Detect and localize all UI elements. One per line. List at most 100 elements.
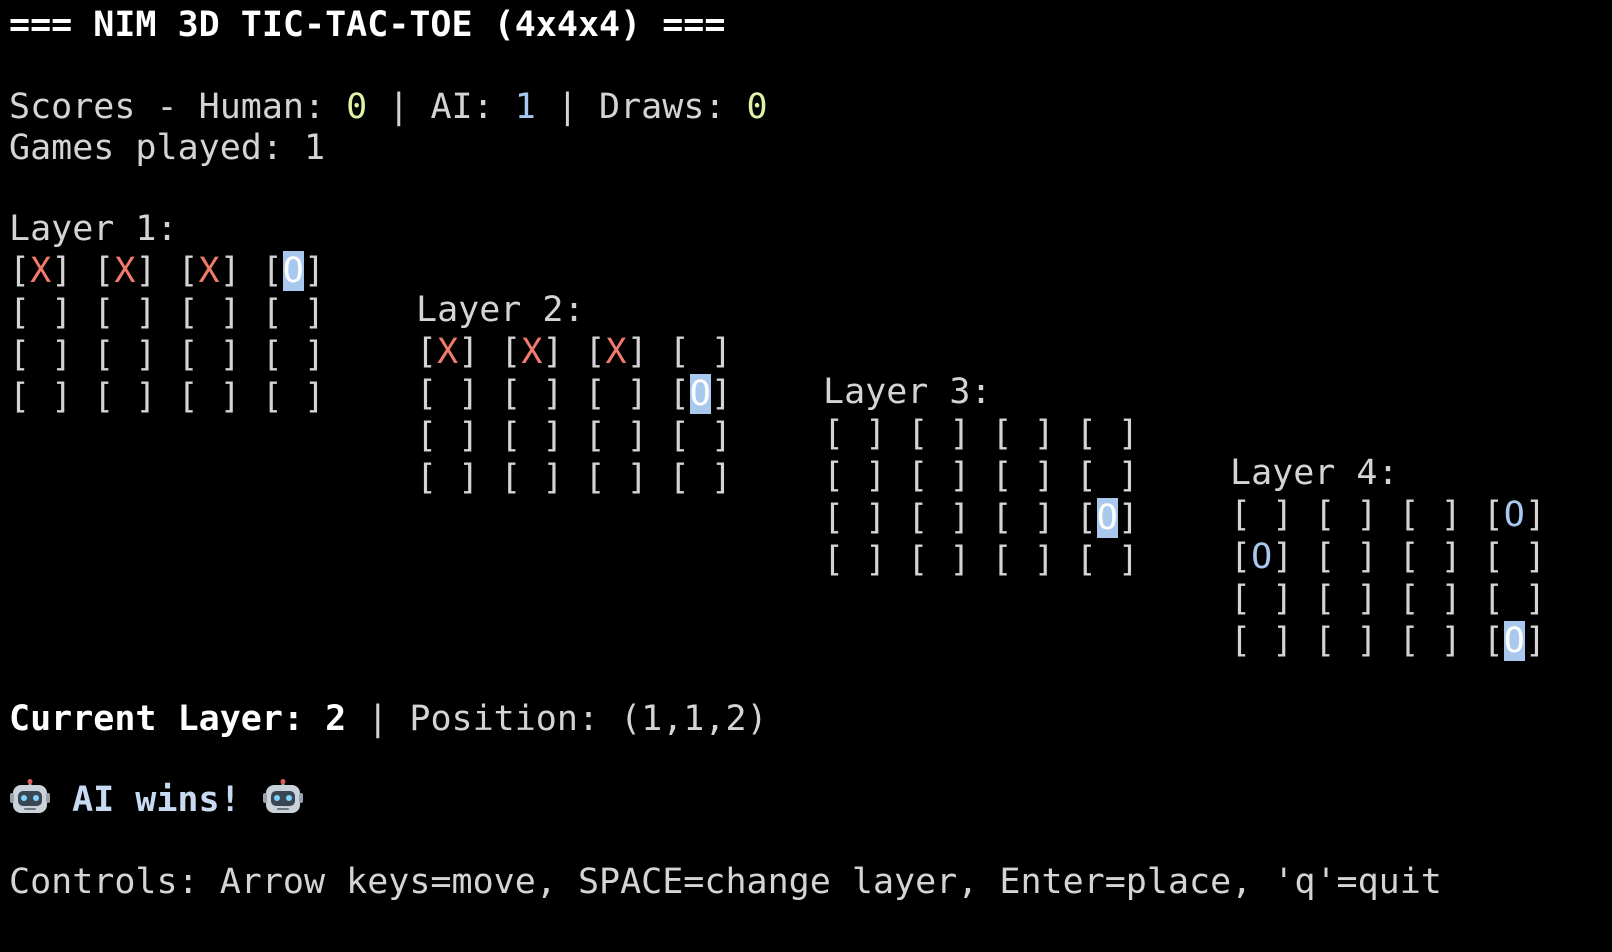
board-cell[interactable]: [X] xyxy=(9,250,72,292)
board-row: [ ] [ ] [ ] [ ] xyxy=(9,334,325,376)
board-row: [X] [X] [X] [ ] xyxy=(416,331,732,373)
board-cell[interactable]: [O] xyxy=(1483,620,1546,662)
board-row: [ ] [ ] [ ] [O] xyxy=(1230,494,1546,536)
board-cell[interactable]: [ ] xyxy=(1230,620,1293,662)
board-cell[interactable]: [O] xyxy=(1483,494,1546,536)
board-row: [ ] [ ] [ ] [ ] xyxy=(823,455,1139,497)
board-row: [ ] [ ] [ ] [ ] xyxy=(823,413,1139,455)
board-cell[interactable]: [ ] xyxy=(1314,620,1377,662)
board-cell[interactable]: [ ] xyxy=(1314,578,1377,620)
cell-mark xyxy=(199,335,220,375)
board-cell[interactable]: [ ] xyxy=(991,539,1054,581)
cell-mark xyxy=(1097,414,1118,454)
board-cell[interactable]: [ ] xyxy=(907,455,970,497)
board-cell[interactable]: [ ] xyxy=(93,292,156,334)
board-cell[interactable]: [ ] xyxy=(907,413,970,455)
cell-mark xyxy=(114,335,135,375)
board-cell[interactable]: [ ] xyxy=(1314,536,1377,578)
board-cell[interactable]: [ ] xyxy=(9,376,72,418)
board-cell[interactable]: [ ] xyxy=(1398,620,1461,662)
board-row: [O] [ ] [ ] [ ] xyxy=(1230,536,1546,578)
cell-mark: O xyxy=(1503,621,1525,661)
cell-mark xyxy=(1013,456,1034,496)
board-cell[interactable]: [ ] xyxy=(500,415,563,457)
cell-mark xyxy=(928,414,949,454)
board-cell[interactable]: [ ] xyxy=(584,373,647,415)
board-row: [ ] [ ] [ ] [O] xyxy=(823,497,1139,539)
board-cell[interactable]: [ ] xyxy=(584,415,647,457)
board-cell[interactable]: [X] xyxy=(500,331,563,373)
board-cell[interactable]: [ ] xyxy=(991,455,1054,497)
cell-mark xyxy=(1335,495,1356,535)
board-cell[interactable]: [ ] xyxy=(991,497,1054,539)
result-message: AI wins! xyxy=(9,779,304,821)
board-cell[interactable]: [X] xyxy=(584,331,647,373)
cell-mark xyxy=(1097,456,1118,496)
cell-mark: O xyxy=(1251,537,1273,577)
board-cell[interactable]: [ ] xyxy=(669,457,732,499)
board-cell[interactable]: [ ] xyxy=(669,331,732,373)
cell-mark: O xyxy=(689,374,711,414)
board-cell[interactable]: [ ] xyxy=(1076,539,1139,581)
board-cell[interactable]: [ ] xyxy=(93,334,156,376)
board-cell[interactable]: [ ] xyxy=(177,292,240,334)
board-cell[interactable]: [ ] xyxy=(1076,455,1139,497)
layer-label: Layer 4: xyxy=(1230,453,1399,493)
board-cell[interactable]: [ ] xyxy=(1398,578,1461,620)
board-cell[interactable]: [ ] xyxy=(416,457,479,499)
board-row: [ ] [ ] [ ] [ ] xyxy=(9,376,325,418)
board-cell[interactable]: [X] xyxy=(93,250,156,292)
cell-mark xyxy=(283,335,304,375)
board-cell[interactable]: [ ] xyxy=(991,413,1054,455)
board-cell[interactable]: [ ] xyxy=(823,497,886,539)
board-cell[interactable]: [O] xyxy=(1230,536,1293,578)
board-cell[interactable]: [ ] xyxy=(262,334,325,376)
board-cell[interactable]: [ ] xyxy=(907,539,970,581)
board-cell[interactable]: [ ] xyxy=(823,413,886,455)
board-cell[interactable]: [ ] xyxy=(1230,578,1293,620)
board-cell[interactable]: [ ] xyxy=(823,455,886,497)
cell-mark xyxy=(1251,495,1272,535)
cell-mark xyxy=(199,377,220,417)
board-cell[interactable]: [ ] xyxy=(262,292,325,334)
cell-mark xyxy=(30,293,51,333)
cell-mark xyxy=(1420,537,1441,577)
board-cell[interactable]: [ ] xyxy=(584,457,647,499)
cell-mark xyxy=(690,416,711,456)
board-cell[interactable]: [ ] xyxy=(907,497,970,539)
board-cell[interactable]: [X] xyxy=(416,331,479,373)
layer-label: Layer 1: xyxy=(9,209,178,249)
board-cell[interactable]: [ ] xyxy=(262,376,325,418)
board-cell[interactable]: [ ] xyxy=(1398,536,1461,578)
board-cell[interactable]: [O] xyxy=(262,250,325,292)
board-cell[interactable]: [ ] xyxy=(1076,413,1139,455)
board-cell[interactable]: [O] xyxy=(1076,497,1139,539)
board-cell[interactable]: [ ] xyxy=(1314,494,1377,536)
board-cell[interactable]: [ ] xyxy=(1398,494,1461,536)
cell-mark: O xyxy=(1096,498,1118,538)
status-line: Current Layer: 2 | Position: (1,1,2) xyxy=(9,698,768,740)
board-cell[interactable]: [X] xyxy=(177,250,240,292)
board-cell[interactable]: [ ] xyxy=(93,376,156,418)
board-row: [ ] [ ] [ ] [ ] xyxy=(1230,578,1546,620)
scores-sep-draws: | Draws: xyxy=(535,87,747,127)
board-cell[interactable]: [ ] xyxy=(177,334,240,376)
board-cell[interactable]: [ ] xyxy=(9,292,72,334)
board-cell[interactable]: [ ] xyxy=(177,376,240,418)
board-cell[interactable]: [ ] xyxy=(823,539,886,581)
board-cell[interactable]: [O] xyxy=(669,373,732,415)
cell-mark xyxy=(1251,579,1272,619)
board-cell[interactable]: [ ] xyxy=(1483,536,1546,578)
board-cell[interactable]: [ ] xyxy=(9,334,72,376)
board-cell[interactable]: [ ] xyxy=(1483,578,1546,620)
human-score: 0 xyxy=(346,87,368,127)
board-cell[interactable]: [ ] xyxy=(669,415,732,457)
board-cell[interactable]: [ ] xyxy=(1230,494,1293,536)
cell-mark xyxy=(283,293,304,333)
board-cell[interactable]: [ ] xyxy=(416,373,479,415)
board-cell[interactable]: [ ] xyxy=(500,457,563,499)
cell-mark: O xyxy=(1503,495,1525,535)
board-cell[interactable]: [ ] xyxy=(416,415,479,457)
layer-4-board: Layer 4:[ ][ ][ ] [O] [O][ ][ ][ ][ ][ ][ … xyxy=(1230,452,1546,662)
board-cell[interactable]: [ ] xyxy=(500,373,563,415)
